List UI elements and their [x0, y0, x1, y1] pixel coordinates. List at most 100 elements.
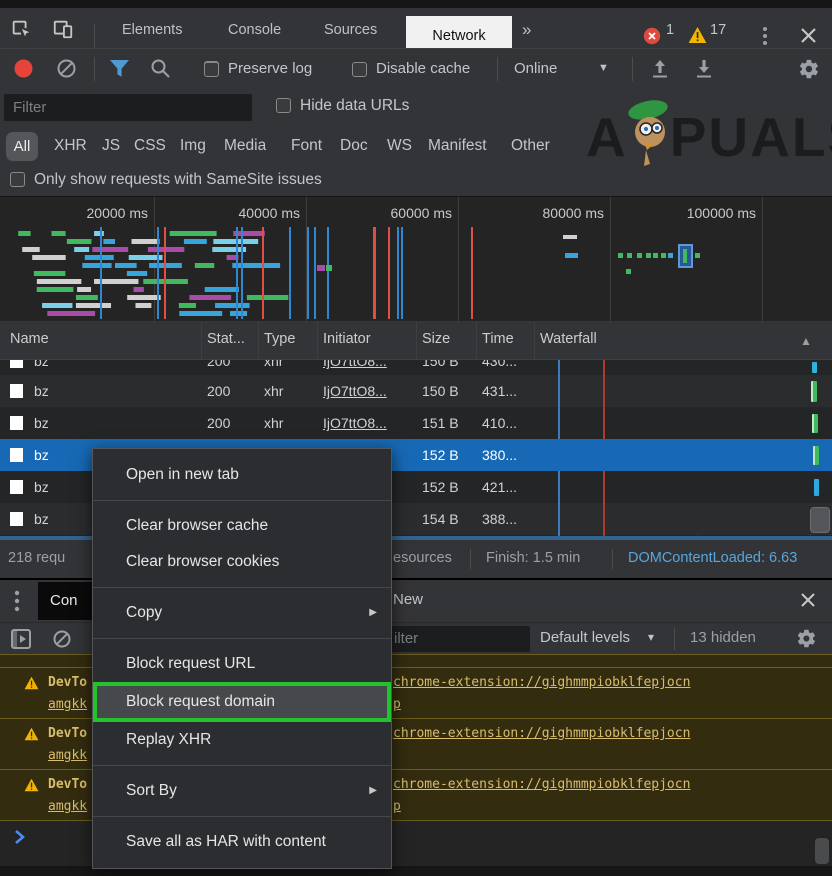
menu-item-copy[interactable]: Copy▶ [93, 595, 391, 631]
tab-console[interactable]: Console [228, 22, 281, 38]
type-filter-css[interactable]: CSS [134, 137, 166, 155]
disable-cache-label: Disable cache [376, 60, 470, 77]
more-tabs-chevron[interactable]: » [522, 20, 531, 40]
table-row[interactable]: bz 200 xhr IjO7ttO8... 150 B 431... [0, 375, 832, 407]
error-count: 1 [666, 22, 674, 38]
requests-table-header: Name Stat... Type Initiator Size Time Wa… [0, 322, 832, 360]
warning-badge-icon[interactable] [688, 26, 707, 44]
record-button-icon[interactable] [13, 58, 34, 79]
menu-item-block-request-domain-highlighted[interactable]: Block request domain [93, 682, 391, 722]
error-badge-icon[interactable] [643, 27, 661, 45]
network-toolbar: Preserve log Disable cache Online ▼ [0, 48, 832, 88]
hidden-messages-count: 13 hidden [690, 629, 756, 646]
device-toolbar-icon[interactable] [52, 18, 74, 40]
message-source-fragment: DevTo [48, 777, 87, 792]
hide-data-urls-checkbox[interactable] [276, 98, 291, 113]
col-name[interactable]: Name [10, 331, 49, 347]
message-link-fragment[interactable]: amgkk [48, 748, 87, 763]
menu-item-block-request-url[interactable]: Block request URL [93, 646, 391, 682]
menu-item-save-all-as-har[interactable]: Save all as HAR with content [93, 824, 391, 860]
url-wrap-fragment[interactable]: p [393, 799, 401, 814]
network-overview[interactable]: 20000 ms 40000 ms 60000 ms 80000 ms 1000… [0, 196, 832, 322]
submenu-arrow-icon: ▶ [369, 595, 377, 631]
tab-elements[interactable]: Elements [122, 22, 182, 38]
sort-arrow-icon[interactable]: ▲ [800, 334, 812, 348]
menu-item-sort-by[interactable]: Sort By▶ [93, 773, 391, 809]
filter-funnel-icon[interactable] [108, 58, 131, 79]
drawer-menu-icon[interactable] [14, 590, 20, 612]
cell-size: 150 B [422, 375, 459, 407]
disable-cache-checkbox[interactable] [352, 62, 367, 77]
close-icon[interactable] [800, 27, 817, 44]
cell-initiator[interactable]: IjO7ttO8... [323, 407, 387, 439]
type-filter-media[interactable]: Media [224, 137, 266, 155]
url-wrap-fragment[interactable]: p [393, 697, 401, 712]
samesite-checkbox[interactable] [10, 172, 25, 187]
import-har-icon[interactable] [650, 58, 670, 80]
message-source-fragment: DevTo [48, 675, 87, 690]
overview-tick: 100000 ms [687, 205, 756, 221]
type-filter-manifest[interactable]: Manifest [428, 137, 487, 155]
clear-icon[interactable] [56, 58, 77, 79]
col-initiator[interactable]: Initiator [323, 331, 371, 347]
extension-url-link[interactable]: chrome-extension://gighmmpiobklfepjocn [393, 675, 690, 690]
console-clear-icon[interactable] [52, 629, 72, 649]
col-size[interactable]: Size [422, 331, 450, 347]
throttling-select[interactable]: Online [514, 60, 557, 77]
throttling-dropdown-arrow[interactable]: ▼ [598, 62, 609, 74]
search-icon[interactable] [150, 58, 171, 79]
menu-item-open-in-new-tab[interactable]: Open in new tab [93, 457, 391, 493]
settings-gear-icon[interactable] [798, 58, 820, 80]
col-waterfall[interactable]: Waterfall [540, 331, 597, 347]
message-link-fragment[interactable]: amgkk [48, 697, 87, 712]
cell-time: 431... [482, 375, 517, 407]
table-scrollbar-thumb[interactable] [810, 507, 830, 533]
console-sidebar-icon[interactable] [10, 628, 32, 650]
more-options-icon[interactable] [762, 26, 768, 46]
cell-type: xhr [264, 375, 283, 407]
preserve-log-label: Preserve log [228, 60, 312, 77]
cell-initiator[interactable]: IjO7ttO8... [323, 360, 387, 375]
export-har-icon[interactable] [694, 58, 714, 80]
table-row[interactable]: bz 200 xhr IjO7ttO8... 150 B 430... [0, 360, 832, 375]
type-filter-js[interactable]: JS [102, 137, 120, 155]
type-filter-all-active[interactable]: All [6, 132, 38, 161]
col-time[interactable]: Time [482, 331, 514, 347]
console-settings-gear-icon[interactable] [796, 628, 817, 649]
message-link-fragment[interactable]: amgkk [48, 799, 87, 814]
drawer-close-icon[interactable] [800, 592, 816, 608]
tab-sources[interactable]: Sources [324, 22, 377, 38]
drawer-tab-whats-new-fragment[interactable]: New [393, 591, 423, 608]
preserve-log-checkbox[interactable] [204, 62, 219, 77]
type-filter-other[interactable]: Other [511, 137, 550, 155]
log-levels-arrow[interactable]: ▾ [648, 630, 654, 644]
request-favicon [10, 360, 23, 368]
col-status[interactable]: Stat... [207, 331, 245, 347]
menu-item-clear-browser-cache[interactable]: Clear browser cache [93, 508, 391, 544]
extension-url-link[interactable]: chrome-extension://gighmmpiobklfepjocn [393, 726, 690, 741]
extension-url-link[interactable]: chrome-extension://gighmmpiobklfepjocn [393, 777, 690, 792]
menu-item-replay-xhr[interactable]: Replay XHR [93, 722, 391, 758]
waterfall-bar [812, 362, 817, 373]
requests-count-fragment: 218 requ [8, 550, 65, 566]
log-levels-select[interactable]: Default levels [540, 629, 630, 646]
cell-name: bz [34, 439, 49, 471]
warning-icon [24, 676, 39, 690]
cell-status: 200 [207, 360, 230, 375]
col-type[interactable]: Type [264, 331, 295, 347]
type-filter-font[interactable]: Font [291, 137, 322, 155]
menu-item-clear-browser-cookies[interactable]: Clear browser cookies [93, 544, 391, 580]
cell-initiator[interactable]: IjO7ttO8... [323, 375, 387, 407]
drawer-tab-console[interactable]: Con [38, 582, 96, 620]
inspect-element-icon[interactable] [10, 18, 32, 40]
table-row[interactable]: bz 200 xhr IjO7ttO8... 151 B 410... [0, 407, 832, 439]
type-filter-img[interactable]: Img [180, 137, 206, 155]
type-filter-xhr[interactable]: XHR [54, 137, 87, 155]
console-scrollbar-thumb[interactable] [815, 838, 829, 864]
network-filter-input[interactable]: Filter [4, 94, 252, 121]
type-filter-ws[interactable]: WS [387, 137, 412, 155]
cell-time: 421... [482, 471, 517, 503]
cell-time: 380... [482, 439, 517, 471]
type-filter-doc[interactable]: Doc [340, 137, 368, 155]
warning-count: 17 [710, 22, 726, 38]
